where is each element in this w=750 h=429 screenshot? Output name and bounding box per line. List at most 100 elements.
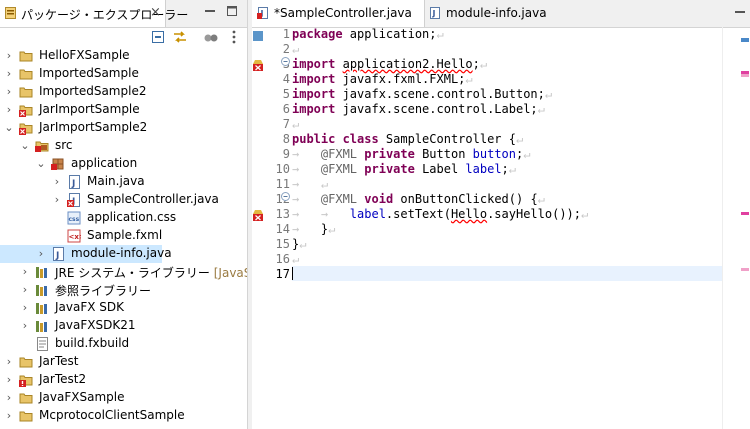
package-explorer: パッケージ・エクスプローラー × › HelloFXSample › Impor… — [0, 0, 283, 429]
tree-item-selected[interactable]: › J module-info.java — [0, 245, 172, 263]
project-icon — [19, 87, 33, 98]
tree-item[interactable]: › ImportedSample — [0, 65, 247, 83]
vertical-scrollbar[interactable] — [722, 27, 737, 429]
fold-collapse-icon[interactable] — [281, 192, 290, 201]
library-icon — [36, 321, 47, 332]
svg-text:css: css — [69, 216, 80, 223]
chevron-right-icon[interactable]: › — [3, 47, 15, 65]
project-icon — [19, 51, 33, 62]
chevron-right-icon[interactable]: › — [3, 101, 15, 119]
tab-module-info-java[interactable]: J module-info.java — [424, 0, 554, 27]
close-icon[interactable]: × — [150, 5, 161, 20]
chevron-down-icon[interactable]: ⌄ — [19, 137, 31, 155]
tab-package-explorer[interactable]: パッケージ・エクスプローラー × — [0, 0, 188, 27]
chevron-right-icon[interactable]: › — [19, 281, 31, 299]
minimize-icon[interactable] — [734, 6, 746, 18]
tab-samplecontroller-java[interactable]: J *SampleController.java — [252, 0, 425, 27]
overview-ruler[interactable] — [738, 27, 750, 429]
tree-item-label: JarTest2 — [39, 372, 87, 386]
error-underline: Hello — [450, 207, 488, 221]
fxml-file-icon: <x> — [67, 229, 81, 243]
chevron-right-icon[interactable]: › — [3, 389, 15, 407]
java-file-icon: J — [53, 247, 64, 261]
tree-item[interactable]: › JarImportSample — [0, 101, 247, 119]
line-number: 1 — [282, 27, 290, 41]
link-with-editor-icon[interactable] — [172, 29, 188, 45]
tree-item-label: Sample.fxml — [87, 228, 163, 242]
tree-item[interactable]: › J SampleController.java — [0, 191, 247, 209]
source-folder-icon — [35, 141, 49, 152]
overview-occurrence-marker[interactable] — [741, 268, 749, 271]
code-line: import application2.Hello;↵ — [292, 57, 488, 71]
code-line: → }↵ — [292, 222, 336, 236]
line-number: 9 — [282, 147, 290, 161]
minimize-icon[interactable] — [203, 4, 217, 18]
code-line: package application;↵ — [292, 27, 444, 41]
chevron-down-icon[interactable]: ⌄ — [3, 119, 15, 137]
tree-item-label: ImportedSample2 — [39, 84, 147, 98]
tab-label: module-info.java — [446, 6, 547, 20]
maximize-icon[interactable] — [225, 4, 239, 18]
code-line: public class SampleController {↵ — [292, 132, 524, 146]
line-number-current: 17 — [275, 267, 290, 281]
chevron-right-icon[interactable]: › — [19, 263, 31, 281]
line-number: 14 — [275, 222, 290, 236]
filters-icon[interactable] — [203, 29, 219, 45]
chevron-right-icon[interactable]: › — [19, 299, 31, 317]
tree-item-label: HelloFXSample — [39, 48, 130, 62]
tree-item[interactable]: css application.css — [0, 209, 247, 227]
tree-item[interactable]: › JavaFXSample — [0, 389, 247, 407]
view-menu-icon[interactable] — [226, 29, 242, 45]
line-number: 6 — [282, 102, 290, 116]
tree-item[interactable]: › 参照ライブラリー — [0, 281, 247, 299]
chevron-right-icon[interactable]: › — [3, 83, 15, 101]
overview-error-marker[interactable] — [741, 74, 749, 77]
tree-item[interactable]: › J Main.java — [0, 173, 247, 191]
tree-item[interactable]: › ImportedSample2 — [0, 83, 247, 101]
tree-item[interactable]: <x> Sample.fxml — [0, 227, 247, 245]
tree-item-label: 参照ライブラリー — [55, 284, 152, 298]
fold-collapse-icon[interactable] — [281, 57, 290, 66]
chevron-right-icon[interactable]: › — [51, 173, 63, 191]
build-file-icon — [37, 337, 48, 351]
tree-item[interactable]: › JarTest2 — [0, 371, 247, 389]
line-number: 8 — [282, 132, 290, 146]
tree-item[interactable]: › HelloFXSample — [0, 47, 247, 65]
tree-item[interactable]: › JavaFXSDK21 — [0, 317, 247, 335]
tree-item[interactable]: › McprotocolClientSample — [0, 407, 247, 425]
chevron-right-icon[interactable]: › — [19, 317, 31, 335]
error-marker-icon[interactable] — [252, 209, 264, 221]
overview-error-marker[interactable] — [741, 212, 749, 215]
current-line-highlight — [292, 266, 722, 281]
chevron-right-icon[interactable]: › — [3, 371, 15, 389]
line-number: 5 — [282, 87, 290, 101]
chevron-right-icon[interactable]: › — [3, 65, 15, 83]
chevron-right-icon[interactable]: › — [3, 353, 15, 371]
tree-item[interactable]: build.fxbuild — [0, 335, 247, 353]
svg-text:J: J — [55, 251, 59, 261]
code-editor: J *SampleController.java J module-info.j… — [252, 0, 750, 429]
chevron-right-icon[interactable]: › — [3, 407, 15, 425]
error-underline: application2.Hello — [342, 57, 473, 71]
tree-item[interactable]: › JarTest — [0, 353, 247, 371]
tree-item[interactable]: › JavaFX SDK — [0, 299, 247, 317]
text-caret — [292, 267, 293, 280]
java-file-icon: J — [430, 7, 440, 19]
project-icon — [19, 393, 33, 404]
chevron-right-icon[interactable]: › — [35, 245, 47, 263]
explorer-tab-bar: パッケージ・エクスプローラー × — [0, 0, 247, 28]
tree-item-label: JavaFX SDK — [55, 300, 125, 314]
chevron-right-icon[interactable]: › — [51, 191, 63, 209]
tree-item[interactable]: › JRE システム・ライブラリー [JavaSE-21] — [0, 263, 283, 281]
overview-marker[interactable] — [741, 38, 749, 42]
collapse-all-icon[interactable] — [150, 29, 166, 45]
chevron-down-icon[interactable]: ⌄ — [35, 155, 47, 173]
java-file-icon: J — [69, 175, 80, 189]
tree-item[interactable]: ⌄ application — [0, 155, 247, 173]
tree-item-label: JavaFXSDK21 — [55, 318, 136, 332]
library-icon — [36, 303, 47, 314]
library-icon — [36, 285, 47, 296]
tree-item[interactable]: ⌄ JarImportSample2 — [0, 119, 247, 137]
error-marker-icon[interactable] — [252, 59, 264, 71]
tree-item[interactable]: ⌄ src — [0, 137, 247, 155]
